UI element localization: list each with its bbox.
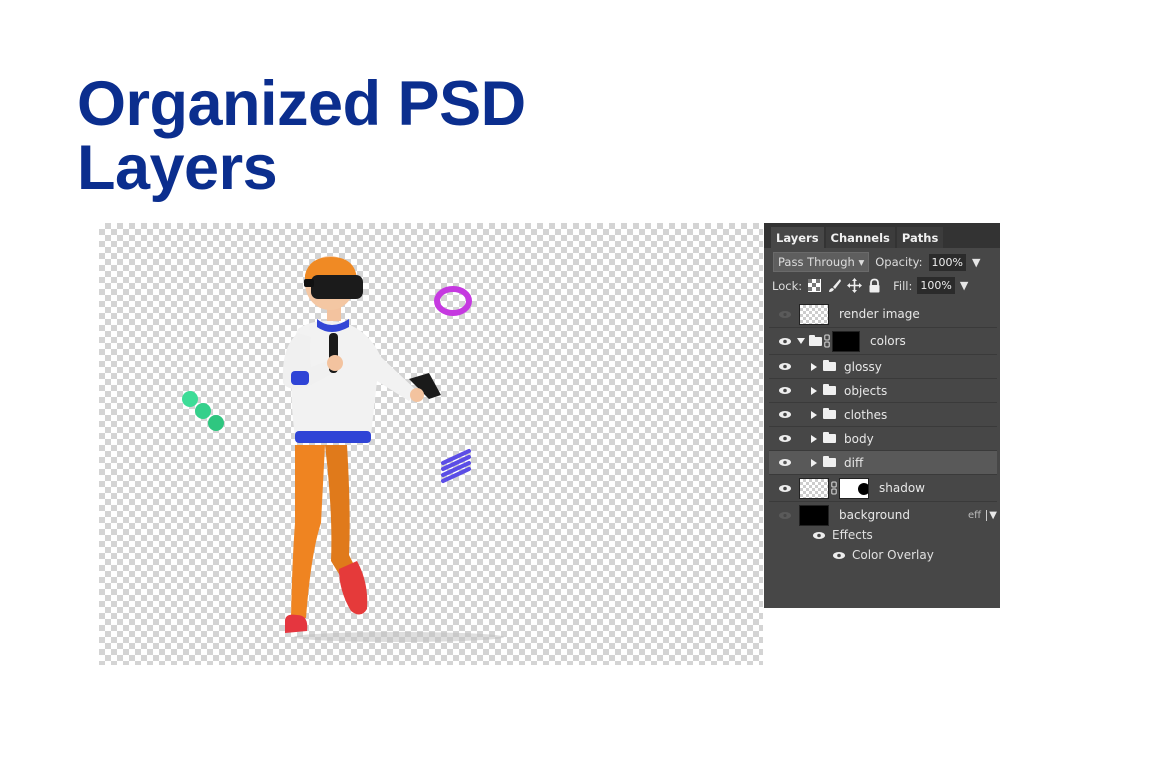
effects-row[interactable]: Effects: [812, 528, 873, 542]
mask-link-chain-icon[interactable]: [831, 481, 837, 495]
layer-group-glossy[interactable]: glossy: [769, 355, 997, 379]
visibility-eye-icon[interactable]: [778, 362, 792, 371]
layers-list: render image colors glossy objects cloth…: [769, 301, 997, 528]
folder-icon: [809, 334, 822, 346]
effects-visibility-eye-icon[interactable]: [812, 531, 826, 540]
vr-character-illustration: [182, 256, 504, 642]
layer-name: clothes: [844, 407, 888, 422]
blend-opacity-row: Pass Through ▾ Opacity: 100% ▼: [773, 252, 980, 272]
blend-mode-value: Pass Through: [778, 255, 855, 269]
headline-line-2: Layers: [77, 133, 278, 203]
visibility-eye-icon[interactable]: [778, 337, 792, 346]
expanded-chevron-icon[interactable]: [797, 338, 805, 344]
lock-fill-row: Lock: Fill: 100% ▼: [772, 277, 968, 294]
layer-thumbnail: [799, 477, 829, 499]
layer-effects-badge[interactable]: eff: [968, 510, 981, 521]
folder-icon: [823, 408, 836, 419]
fill-input[interactable]: 100%: [917, 277, 955, 294]
opacity-label: Opacity:: [875, 255, 923, 269]
collapsed-chevron-icon[interactable]: [811, 434, 817, 443]
layer-mask-thumbnail: [839, 477, 869, 499]
layer-name: render image: [839, 307, 920, 321]
layer-shadow[interactable]: shadow: [769, 475, 997, 502]
layer-render-image[interactable]: render image: [769, 301, 997, 328]
page-headline: Organized PSD Layers: [77, 72, 526, 200]
panel-tabs: Layers Channels Paths: [764, 223, 1000, 248]
layer-mask-thumbnail: [832, 330, 860, 352]
headline-line-1: Organized PSD: [77, 69, 526, 139]
collapsed-chevron-icon[interactable]: [811, 458, 817, 467]
folder-icon: [823, 384, 836, 395]
layer-name: body: [844, 431, 874, 446]
tab-paths[interactable]: Paths: [896, 227, 944, 248]
collapsed-chevron-icon[interactable]: [811, 386, 817, 395]
lock-all-padlock-icon[interactable]: [867, 278, 882, 293]
layer-group-diff[interactable]: diff: [769, 451, 997, 475]
layer-group-clothes[interactable]: clothes: [769, 403, 997, 427]
visibility-eye-icon[interactable]: [778, 458, 792, 467]
tab-layers[interactable]: Layers: [771, 227, 824, 248]
dropdown-arrow-icon: ▾: [858, 255, 865, 269]
layer-name: glossy: [844, 359, 882, 374]
collapsed-chevron-icon[interactable]: [811, 410, 817, 419]
tab-channels[interactable]: Channels: [825, 227, 895, 248]
layer-name: objects: [844, 383, 888, 398]
folder-icon: [823, 456, 836, 467]
color-overlay-label: Color Overlay: [852, 548, 934, 562]
lock-image-pixels-brush-icon[interactable]: [827, 278, 842, 293]
green-balls-object: [182, 391, 224, 431]
purple-ring-object: [434, 286, 472, 316]
lock-label: Lock:: [772, 278, 803, 293]
collapsed-chevron-icon[interactable]: [811, 362, 817, 371]
blend-mode-dropdown[interactable]: Pass Through ▾: [773, 252, 870, 272]
layer-group-colors[interactable]: colors: [769, 328, 997, 355]
layer-name: shadow: [879, 481, 925, 495]
layers-panel: Layers Channels Paths Pass Through ▾ Opa…: [764, 223, 1000, 608]
visibility-off-eye-icon[interactable]: [778, 310, 792, 319]
opacity-dropdown-icon[interactable]: ▼: [972, 256, 980, 269]
color-overlay-row[interactable]: Color Overlay: [832, 548, 934, 562]
lock-transparent-pixels-icon[interactable]: [807, 278, 822, 293]
lock-position-move-icon[interactable]: [847, 278, 863, 293]
layer-background[interactable]: background eff ▼: [769, 502, 997, 528]
fill-label: Fill:: [893, 278, 913, 293]
visibility-eye-icon[interactable]: [778, 386, 792, 395]
effects-label: Effects: [832, 528, 873, 542]
visibility-off-eye-icon[interactable]: [778, 511, 792, 520]
layer-name: diff: [844, 455, 864, 470]
folder-icon: [823, 432, 836, 443]
layer-group-body[interactable]: body: [769, 427, 997, 451]
fill-dropdown-icon[interactable]: ▼: [960, 279, 968, 292]
document-canvas[interactable]: [99, 223, 763, 665]
layer-group-objects[interactable]: objects: [769, 379, 997, 403]
layer-name: background: [839, 508, 910, 522]
folder-icon: [823, 360, 836, 371]
visibility-eye-icon[interactable]: [778, 410, 792, 419]
blue-spring-object: [441, 449, 471, 483]
visibility-eye-icon[interactable]: [778, 484, 792, 493]
layer-thumbnail: [799, 504, 829, 526]
layer-name: colors: [870, 334, 906, 348]
effects-toggle-arrow-icon[interactable]: ▼: [986, 509, 997, 521]
mask-link-chain-icon[interactable]: [824, 334, 830, 348]
visibility-eye-icon[interactable]: [778, 434, 792, 443]
layer-thumbnail: [799, 303, 829, 325]
opacity-input[interactable]: 100%: [928, 253, 966, 271]
color-overlay-visibility-eye-icon[interactable]: [832, 551, 846, 560]
